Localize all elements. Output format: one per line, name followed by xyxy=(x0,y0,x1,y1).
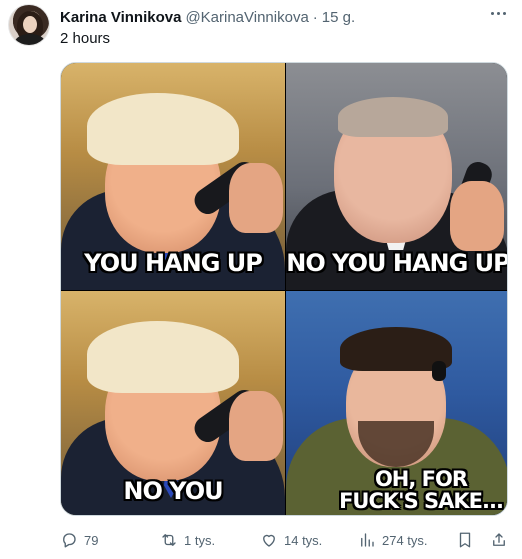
bookmark-button[interactable] xyxy=(456,531,474,549)
reply-icon xyxy=(63,533,76,548)
panel-hair xyxy=(338,97,448,137)
panel-hand xyxy=(450,181,504,251)
timestamp[interactable]: 15 g. xyxy=(322,9,355,26)
panel-hair xyxy=(87,93,239,165)
meme-panel-3: NO YOU xyxy=(61,291,285,515)
analytics-icon xyxy=(361,533,374,547)
tweet-header: Karina Vinnikova @KarinaVinnikova · 15 g… xyxy=(60,6,506,28)
meme-caption-4: OH, FOR FUCK'S SAKE... xyxy=(339,467,504,513)
separator-dot: · xyxy=(312,8,318,26)
view-count: 274 tys. xyxy=(382,532,428,548)
panel-hand xyxy=(229,391,283,461)
bookmark-icon xyxy=(459,532,471,548)
tweet-actions: 79 1 tys. 14 tys. 274 tys. xyxy=(60,526,508,554)
tweet-media[interactable]: YOU HANG UP NO YOU HANG UP NO YOU OH, FO… xyxy=(60,62,508,516)
more-options-icon[interactable] xyxy=(486,4,510,22)
avatar[interactable] xyxy=(8,4,50,46)
avatar-face xyxy=(23,16,37,33)
author-name[interactable]: Karina Vinnikova xyxy=(60,9,181,26)
meme-panel-1: YOU HANG UP xyxy=(61,63,285,290)
panel-hair xyxy=(87,321,239,393)
repost-icon xyxy=(162,534,176,546)
repost-button[interactable]: 1 tys. xyxy=(160,531,215,549)
meme-panel-2: NO YOU HANG UP xyxy=(286,63,508,290)
author-handle[interactable]: @KarinaVinnikova xyxy=(185,9,308,26)
meme-caption-3: NO YOU xyxy=(123,477,223,505)
tweet-text: 2 hours xyxy=(60,30,111,47)
reply-button[interactable]: 79 xyxy=(60,531,98,549)
avatar-body xyxy=(15,34,45,45)
like-count: 14 tys. xyxy=(284,532,323,548)
reply-count: 79 xyxy=(84,532,99,548)
headset-icon xyxy=(432,361,446,381)
repost-count: 1 tys. xyxy=(184,532,216,548)
meme-caption-1: YOU HANG UP xyxy=(84,249,263,277)
like-button[interactable]: 14 tys. xyxy=(260,531,322,549)
share-icon xyxy=(493,533,505,546)
heart-icon xyxy=(263,534,275,547)
meme-caption-2: NO YOU HANG UP xyxy=(286,249,508,277)
views-button[interactable]: 274 tys. xyxy=(358,531,428,549)
tweet: Karina Vinnikova @KarinaVinnikova · 15 g… xyxy=(0,0,522,559)
panel-hand xyxy=(229,163,283,233)
meme-panel-4: OH, FOR FUCK'S SAKE... xyxy=(286,291,507,515)
share-button[interactable] xyxy=(490,531,508,549)
